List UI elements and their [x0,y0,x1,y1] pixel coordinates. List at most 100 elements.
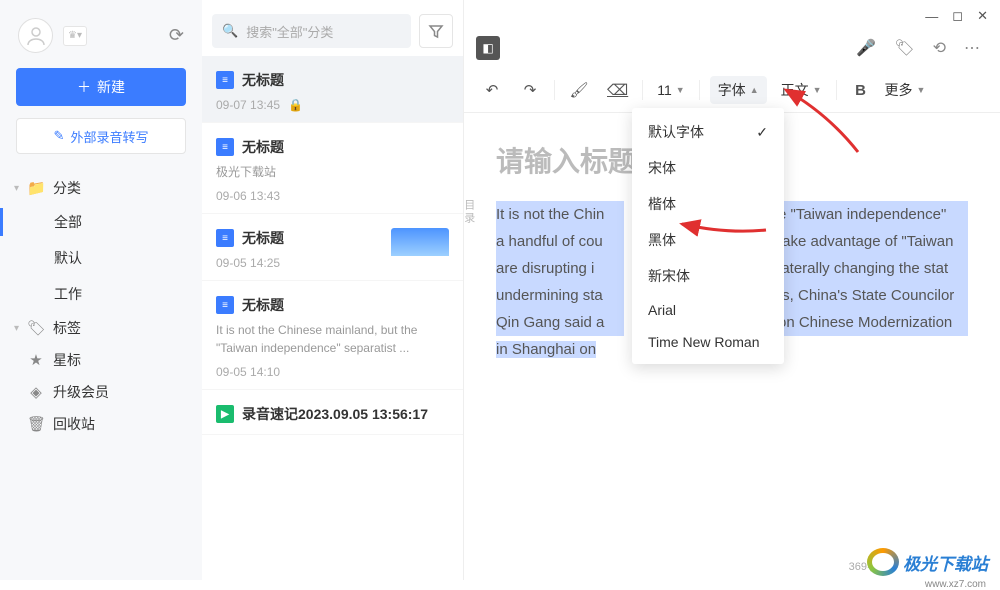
external-audio-button[interactable]: ✎ 外部录音转写 [16,118,186,154]
body-fragment: Qin Gang said a [496,309,624,336]
note-card[interactable]: ≡ 无标题 It is not the Chinese mainland, but … [202,281,463,390]
doc-icon: ≡ [216,229,234,247]
upgrade-label: 升级会员 [53,382,109,402]
font-size-value: 11 [657,82,672,98]
note-title: 录音速记2023.09.05 13:56:17 [242,404,428,424]
body-fragment: laterally changing the stat [778,255,968,282]
editor-toolbar: ↶ ↷ 🖌 ⌫ 11 ▼ 字体 ▲ 正文 ▼ B 更多 ▼ [464,66,1000,113]
note-card[interactable]: ▶ 录音速记2023.09.05 13:56:17 [202,390,463,435]
format-painter-button[interactable]: 🖌 [565,76,593,104]
note-date: 09-07 13:45 🔒 [216,98,449,112]
window-controls: ― ◻ ✕ [464,0,1000,32]
nav-category-default[interactable]: 默认 [0,240,202,276]
note-title: 无标题 [242,70,284,90]
font-option[interactable]: 黑体 [632,222,784,258]
body-fragment: in Shanghai on [496,341,596,358]
nav-category-all[interactable]: 全部 [0,204,202,240]
font-option[interactable]: 新宋体 [632,258,784,294]
redo-button[interactable]: ↷ [516,76,544,104]
search-icon: 🔍 [222,23,238,39]
note-title: 无标题 [242,137,284,157]
font-dropdown: 默认字体✓宋体楷体黑体新宋体 Arial Time New Roman [632,108,784,364]
notes-list-panel: 🔍 搜索"全部"分类 ≡无标题09-07 13:45 🔒≡无标题极光下载站09-… [202,0,464,580]
trash-label: 回收站 [53,414,95,434]
maximize-button[interactable]: ◻ [952,8,963,24]
font-option[interactable]: 楷体 [632,186,784,222]
more-icon[interactable]: ⋯ [964,38,980,58]
close-button[interactable]: ✕ [977,8,988,24]
font-option-label: 楷体 [648,194,676,214]
note-date: 09-06 13:43 [216,189,449,203]
bold-button[interactable]: B [847,76,875,104]
font-option-label: 黑体 [648,230,676,250]
nav-starred[interactable]: ▾ ★ 星标 [0,344,202,376]
note-date: 09-05 14:25 [216,256,381,270]
doc-icon: ≡ [216,138,234,156]
chevron-down-icon: ▼ [676,85,685,95]
font-option[interactable]: Arial [632,294,784,326]
nav-category-work[interactable]: 工作 [0,276,202,312]
check-icon: ✓ [756,124,768,141]
collapse-panel-button[interactable]: ◧ [476,36,500,60]
nav-upgrade[interactable]: ▾ ◈ 升级会员 [0,376,202,408]
search-input[interactable]: 🔍 搜索"全部"分类 [212,14,411,48]
body-fragment: undermining sta [496,282,624,309]
body-fragment: on Chinese Modernization [778,309,968,336]
watermark: 极光下载站 [867,548,988,576]
audio-doc-icon: ▶ [216,405,234,423]
body-fragment: take advantage of "Taiwan [778,228,968,255]
sidebar-header: ♛▾ ⟳ [0,10,202,68]
share-icon[interactable]: ⟲ [933,38,946,58]
new-label: 新建 [97,77,125,97]
note-title: 无标题 [242,295,284,315]
toc-label[interactable]: 目录 [458,199,478,225]
font-size-select[interactable]: 11 ▼ [653,82,688,98]
font-label: 字体 [718,80,746,100]
search-placeholder: 搜索"全部"分类 [246,22,333,41]
nav-trash[interactable]: ▾ 🗑 回收站 [0,408,202,440]
note-subtitle: 极光下载站 [216,163,449,181]
doc-icon: ≡ [216,296,234,314]
body-fragment: a handful of cou [496,228,624,255]
minimize-button[interactable]: ― [925,9,938,24]
note-title: 无标题 [242,228,284,248]
external-audio-label: 外部录音转写 [70,127,148,146]
font-option[interactable]: Time New Roman [632,326,784,358]
more-button[interactable]: 更多 ▼ [885,80,926,100]
doc-icon: ≡ [216,71,234,89]
tag-icon[interactable]: 🏷 [894,38,914,58]
sidebar: ♛▾ ⟳ ＋ 新建 ✎ 外部录音转写 ▾ 📁 分类 全部 默认 工作 ▾ 🏷 标… [0,0,202,580]
new-button[interactable]: ＋ 新建 [16,68,186,106]
undo-button[interactable]: ↶ [478,76,506,104]
plus-icon: ＋ [77,77,91,97]
font-option[interactable]: 默认字体✓ [632,114,784,150]
note-card[interactable]: ≡ 无标题 09-05 14:25 [202,214,463,281]
nav-tags[interactable]: ▾ 🏷 标签 [0,312,202,344]
body-fragment: are disrupting i [496,255,624,282]
more-label: 更多 [885,80,913,100]
watermark-logo [867,548,899,576]
avatar[interactable] [18,18,53,53]
font-option[interactable]: 宋体 [632,150,784,186]
font-family-select[interactable]: 字体 ▲ [710,76,767,104]
tag-icon: 🏷 [27,319,45,337]
filter-button[interactable] [419,14,453,48]
nav-categories[interactable]: ▾ 📁 分类 [0,172,202,204]
font-option-label: Arial [648,302,676,318]
note-preview: It is not the Chinese mainland, but the … [216,321,449,357]
microphone-icon[interactable]: 🎤 [856,38,876,58]
watermark-url: www.xz7.com [925,579,986,590]
starred-label: 星标 [53,350,81,370]
crown-button[interactable]: ♛▾ [63,26,87,46]
diamond-icon: ◈ [27,383,45,401]
paragraph-label: 正文 [781,80,809,100]
clear-format-button[interactable]: ⌫ [603,76,632,104]
user-icon [24,24,48,48]
font-option-label: 新宋体 [648,266,690,286]
note-card[interactable]: ≡ 无标题极光下载站 09-06 13:43 [202,123,463,214]
font-option-label: Time New Roman [648,334,760,350]
refresh-icon[interactable]: ⟳ [169,25,184,46]
note-card[interactable]: ≡ 无标题 09-07 13:45 🔒 [202,56,463,123]
paragraph-style-select[interactable]: 正文 ▼ [777,80,826,100]
categories-label: 分类 [53,178,81,198]
